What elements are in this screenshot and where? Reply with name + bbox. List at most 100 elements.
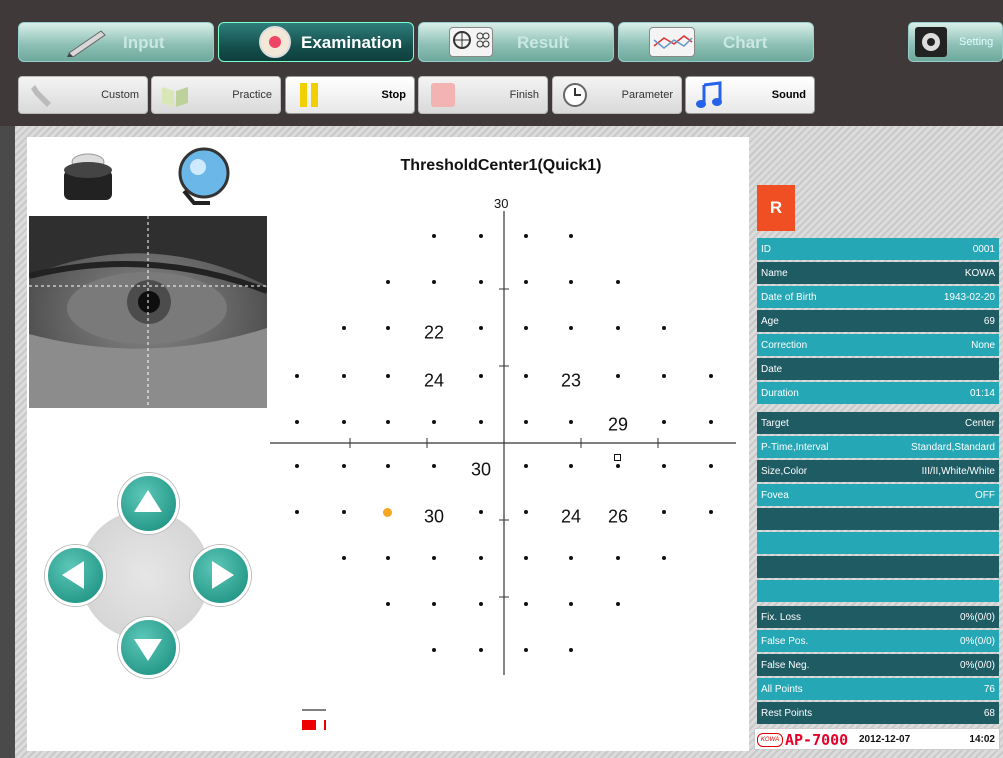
examination-icon (259, 26, 291, 58)
setting-button[interactable]: Setting (908, 22, 1003, 62)
test-point (524, 374, 528, 378)
test-point (662, 510, 666, 514)
stop-button[interactable]: Stop (285, 76, 415, 114)
info-row: Fovea OFF (757, 484, 999, 506)
info-value: 0%(0/0) (959, 635, 995, 647)
test-point (479, 374, 483, 378)
info-value: KOWA (964, 267, 995, 279)
threshold-value: 26 (607, 506, 629, 527)
test-point (616, 602, 620, 606)
test-point (709, 464, 713, 468)
eye-monitor-icon (170, 145, 240, 210)
finish-label: Finish (509, 89, 539, 101)
test-point (524, 280, 528, 284)
finish-button[interactable]: Finish (418, 76, 548, 114)
info-value: None (971, 339, 995, 351)
stop-square-icon (427, 81, 457, 109)
test-point (432, 234, 436, 238)
test-point (569, 602, 573, 606)
test-point (386, 326, 390, 330)
arrow-right-button[interactable] (190, 545, 251, 606)
test-point (432, 648, 436, 652)
info-value: Standard,Standard (911, 441, 995, 453)
test-point (432, 556, 436, 560)
info-key: False Neg. (761, 659, 810, 671)
custom-button[interactable]: Custom (18, 76, 148, 114)
test-point (524, 648, 528, 652)
test-point (295, 374, 299, 378)
test-point (569, 648, 573, 652)
tab-input[interactable]: Input (18, 22, 214, 62)
test-point (524, 602, 528, 606)
info-key: ID (761, 243, 771, 255)
test-point (524, 556, 528, 560)
test-point (662, 464, 666, 468)
eye-camera-view (29, 216, 267, 408)
threshold-value: 30 (423, 506, 445, 527)
test-point (616, 556, 620, 560)
info-key: Fovea (761, 489, 789, 501)
tab-examination-label: Examination (301, 33, 403, 52)
info-key: P-Time,Interval (761, 441, 829, 453)
arrow-up-button[interactable] (118, 473, 179, 534)
test-point (569, 556, 573, 560)
pen-icon (65, 27, 109, 58)
practice-button[interactable]: Practice (151, 76, 281, 114)
test-point (616, 374, 620, 378)
arrow-down-button[interactable] (118, 617, 179, 678)
tab-result[interactable]: Result (418, 22, 614, 62)
info-key: Fix. Loss (761, 611, 802, 623)
test-point (432, 464, 436, 468)
test-point (295, 420, 299, 424)
scale-indicator-icon (300, 708, 340, 732)
info-row: Rest Points 68 (757, 702, 999, 724)
parameter-button[interactable]: Parameter (552, 76, 682, 114)
tab-examination[interactable]: Examination (218, 22, 414, 62)
test-point (616, 326, 620, 330)
test-point (479, 326, 483, 330)
info-row-empty (757, 532, 999, 554)
pause-icon (294, 81, 324, 109)
info-row: P-Time,Interval Standard,Standard (757, 436, 999, 458)
threshold-value: 29 (607, 414, 629, 435)
test-point (662, 374, 666, 378)
info-value: 0%(0/0) (959, 659, 995, 671)
info-value: 76 (983, 683, 995, 695)
test-point (386, 464, 390, 468)
tab-result-label: Result (517, 33, 569, 52)
status-footer: KOWA AP-7000 2012-12-07 14:02 (754, 728, 1000, 750)
eye-badge: R (757, 185, 795, 231)
arrow-down-icon (134, 639, 162, 661)
test-point (479, 234, 483, 238)
test-point (386, 556, 390, 560)
info-row: Name KOWA (757, 262, 999, 284)
info-key: Name (761, 267, 788, 279)
test-point (479, 602, 483, 606)
threshold-value: 24 (423, 370, 445, 391)
arrow-right-icon (212, 561, 234, 589)
music-note-icon (694, 81, 724, 109)
info-key: Target (761, 417, 789, 429)
test-point (479, 280, 483, 284)
arrow-left-button[interactable] (45, 545, 106, 606)
tab-input-label: Input (123, 33, 165, 52)
sound-button[interactable]: Sound (685, 76, 815, 114)
test-point (342, 374, 346, 378)
setting-label: Setting (959, 36, 994, 48)
test-point (342, 510, 346, 514)
test-point (709, 420, 713, 424)
test-point (569, 420, 573, 424)
info-row-empty (757, 556, 999, 578)
info-key: Duration (761, 387, 799, 399)
chart-icon (649, 27, 695, 57)
test-point (569, 234, 573, 238)
info-row: False Pos. 0%(0/0) (757, 630, 999, 652)
sound-label: Sound (771, 89, 806, 101)
kowa-logo: KOWA (757, 733, 783, 747)
info-row: All Points 76 (757, 678, 999, 700)
tab-chart[interactable]: Chart (618, 22, 814, 62)
test-point (295, 510, 299, 514)
test-point (342, 464, 346, 468)
info-row: Age 69 (757, 310, 999, 332)
gear-icon (915, 27, 947, 57)
